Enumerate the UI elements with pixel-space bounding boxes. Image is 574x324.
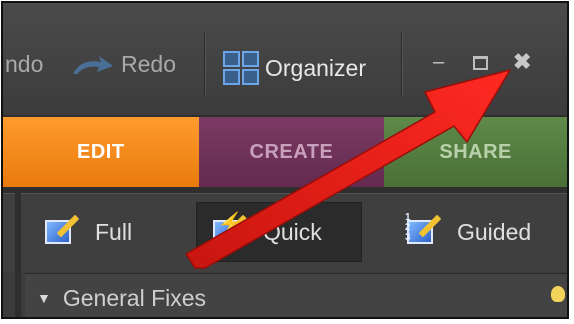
toolbar-divider — [204, 33, 206, 95]
mode-full-label: Full — [95, 218, 133, 245]
undo-label: ndo — [5, 51, 44, 77]
edit-mode-bar: Full ⚡ Quick 123 Guided — [3, 193, 567, 272]
undo-button[interactable]: ndo — [5, 51, 43, 78]
minimize-button[interactable]: – — [433, 51, 444, 74]
organizer-label: Organizer — [265, 54, 366, 81]
maximize-button[interactable] — [473, 53, 488, 76]
tab-edit[interactable]: EDIT — [3, 117, 199, 187]
tab-share-label: SHARE — [439, 140, 512, 163]
section-title: General Fixes — [62, 284, 207, 311]
tab-create[interactable]: CREATE — [198, 117, 385, 187]
close-button[interactable]: ✖ — [513, 49, 531, 75]
redo-button[interactable]: Redo — [71, 51, 176, 78]
tab-create-label: CREATE — [249, 140, 334, 163]
panel-left-edge — [15, 193, 21, 317]
top-toolbar: ndo Redo Organizer – ✖ — [3, 3, 567, 115]
mode-full-button[interactable]: Full — [43, 202, 132, 262]
full-edit-icon — [43, 214, 80, 249]
organizer-icon — [223, 51, 259, 85]
organizer-button[interactable]: Organizer — [223, 51, 366, 85]
redo-icon — [73, 55, 113, 74]
mode-guided-label: Guided — [457, 218, 532, 245]
general-fixes-section-header[interactable]: ▼ General Fixes — [25, 273, 567, 317]
close-icon: ✖ — [513, 49, 532, 74]
quick-edit-icon: ⚡ — [211, 211, 248, 249]
maximize-icon — [473, 56, 488, 70]
tab-edit-label: EDIT — [77, 140, 125, 163]
minimize-icon: – — [433, 51, 445, 73]
app-window: ndo Redo Organizer – ✖ EDIT CREATE SHARE… — [1, 1, 569, 319]
lightbulb-icon[interactable] — [551, 286, 565, 302]
mode-guided-button[interactable]: 123 Guided — [405, 202, 531, 262]
tab-share[interactable]: SHARE — [384, 117, 567, 187]
guided-edit-icon: 123 — [405, 213, 442, 249]
mode-quick-button[interactable]: ⚡ Quick — [196, 202, 362, 262]
toolbar-divider — [401, 33, 403, 95]
workspace-tabs: EDIT CREATE SHARE — [3, 115, 567, 193]
mode-quick-label: Quick — [263, 218, 322, 245]
collapse-triangle-icon: ▼ — [37, 290, 51, 306]
redo-label: Redo — [121, 51, 176, 77]
